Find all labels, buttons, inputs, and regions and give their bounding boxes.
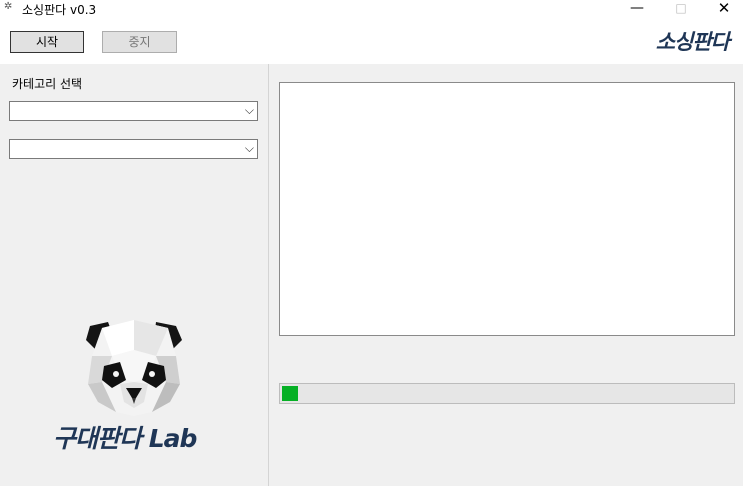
category-select-2[interactable]: ⌵ <box>9 139 258 159</box>
progress-fill <box>282 386 298 401</box>
category-select-1[interactable]: ⌵ <box>9 101 258 121</box>
chevron-down-icon: ⌵ <box>244 103 254 117</box>
chevron-down-icon: ⌵ <box>244 141 254 155</box>
right-panel <box>269 64 743 486</box>
brand-logo-text: 소싱판다 <box>655 30 730 54</box>
title-bar: ✲ 소싱판다 v0.3 — □ ✕ <box>0 0 743 18</box>
toolbar: 시작 중지 소싱판다 <box>0 18 743 64</box>
stop-button[interactable]: 중지 <box>102 31 177 53</box>
lab-logo-text: 구대판다 Lab <box>53 424 197 453</box>
window-title: 소싱판다 v0.3 <box>22 3 97 17</box>
progress-bar <box>279 383 735 404</box>
category-label: 카테고리 선택 <box>12 77 83 91</box>
maximize-button[interactable]: □ <box>659 0 703 18</box>
start-button[interactable]: 시작 <box>10 31 84 53</box>
close-button[interactable]: ✕ <box>702 0 743 18</box>
minimize-button[interactable]: — <box>615 0 659 18</box>
left-panel: 카테고리 선택 ⌵ ⌵ 구대판다 Lab <box>0 64 268 486</box>
log-textarea[interactable] <box>279 82 735 336</box>
panda-icon: ✲ <box>4 1 13 12</box>
